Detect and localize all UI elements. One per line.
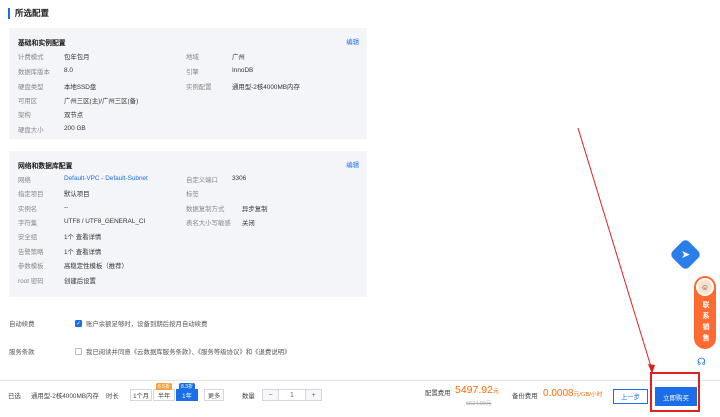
auto-renew-text: 账户余额足够时，设备到期后按月自动续费 [86,321,208,328]
info-row: 表名大小写敏感 [186,220,231,227]
info-row: 数据复制方式 [186,206,225,213]
quantity-minus-button[interactable]: − [263,390,278,400]
basic-config-heading: 基础和实例配置 [18,40,66,47]
contact-sales-text: 联系销售 [702,301,709,345]
info-value: 广州三区(主)/广州三区(备) [64,98,139,105]
discount-badge: 8.5折 [156,383,172,390]
original-price: 6624.00元 [466,401,492,407]
headset-icon[interactable]: ☊ [697,357,706,368]
bird-glyph-icon: ➤ [680,249,691,261]
info-value: InnoDB [232,67,254,74]
section-title-text: 所选配置 [15,8,50,18]
basic-edit-link[interactable]: 编辑 [346,37,359,46]
info-row: 硬盘大小 [18,127,44,134]
duration-label: 时长 [106,393,119,400]
duration-option-half-year[interactable]: 半年 8.5折 [153,383,175,401]
sales-avatar: ☺ [696,278,714,296]
info-value: UTF8 / UTF8_GENERAL_CI [64,218,146,225]
arrow-line [577,127,653,371]
quantity-plus-button[interactable]: + [306,390,321,400]
info-row: 指定项目 [18,191,44,198]
price-label: 配置费用 [425,390,451,397]
section-title: 所选配置 [8,7,49,19]
network-edit-link[interactable]: 编辑 [346,160,359,169]
info-row: 计费模式 [18,54,44,61]
selected-value: 通用型-2核4000MB内存 [31,393,99,400]
previous-step-button[interactable]: 上一步 [613,389,648,404]
info-row: 硬盘类型 [18,84,44,91]
info-value: 包年包月 [64,54,90,61]
info-value: -- [64,204,69,211]
info-value: 通用型-2核4000MB内存 [232,84,300,91]
terms-row: 服务条款 我已阅读并同意《云数据库服务条款》、《服务等级协议》和《退费说明》 [9,347,291,356]
config-price: 5497.92元 [455,384,499,396]
quantity-stepper: − 1 + [262,389,322,401]
info-row: 安全组 [18,234,38,241]
info-row: 参数模板 [18,263,44,270]
auto-renew-checkbox[interactable]: ✓ [75,320,82,327]
network-config-heading: 网络和数据库配置 [18,163,73,170]
info-row: 告警策略 [18,249,44,256]
highlight-box [650,372,700,412]
backup-price: 0.0008元/GB/小时 [543,388,603,399]
info-value: 8.0 [64,67,73,74]
duration-option-1-year[interactable]: 1年 8.3折 [176,383,198,401]
alarm-policy-value[interactable]: 1个 查看详情 [64,247,101,256]
info-value: 创建后设置 [64,278,96,285]
info-row: 可用区 [18,98,38,105]
discount-badge: 8.3折 [179,383,195,390]
info-row: 地域 [186,54,199,61]
info-row: 标签 [186,191,199,198]
info-value: 本地SSD盘 [64,84,97,91]
network-config-card: 网络和数据库配置 编辑 网络 Default-VPC - Default-Sub… [9,151,367,297]
info-value: 3306 [232,175,247,182]
terms-checkbox[interactable] [75,348,82,355]
vpc-link[interactable]: Default-VPC - Default-Subnet [64,175,148,182]
info-row: 网络 [18,177,31,184]
quantity-label: 数量 [242,393,255,400]
info-row: 引擎 [186,69,199,76]
info-value: 关闭 [242,220,255,227]
info-value: 异步复制 [242,206,268,213]
assistant-bird-icon[interactable]: ➤ [669,238,702,271]
info-row: 字符集 [18,220,38,227]
purchase-bar: 已选 通用型-2核4000MB内存 时长 1个月 半年 8.5折 1年 8.3折… [0,380,720,417]
info-row: 架构 [18,112,31,119]
contact-sales-widget[interactable]: ☺ 联系销售 [694,276,716,349]
info-row: 实例名 [18,206,38,213]
backup-label: 备份费用 [512,393,538,400]
selected-label: 已选 [8,393,21,400]
auto-renew-label: 自动续费 [9,321,35,328]
page: 所选配置 基础和实例配置 编辑 计费模式 包年包月 数据库版本 8.0 硬盘类型… [0,0,720,417]
info-value: 默认项目 [64,191,90,198]
terms-text[interactable]: 我已阅读并同意《云数据库服务条款》、《服务等级协议》和《退费说明》 [86,347,291,356]
terms-label: 服务条款 [9,349,35,356]
quantity-input[interactable]: 1 [278,390,306,400]
auto-renew-row: 自动续费 ✓ 账户余额足够时，设备到期后按月自动续费 [9,319,207,328]
info-value: 广州 [232,54,245,61]
duration-option-more[interactable]: 更多 [204,389,224,401]
info-value: 双节点 [64,112,84,119]
title-accent-bar [8,7,10,19]
info-value: 200 GB [64,125,86,132]
security-group-value[interactable]: 1个 查看详情 [64,232,101,241]
info-row: root 密码 [18,278,44,285]
info-row: 实例配置 [186,84,212,91]
info-row: 数据库版本 [18,69,50,76]
info-value: 高稳定性模板（推荐） [64,263,128,270]
basic-config-card: 基础和实例配置 编辑 计费模式 包年包月 数据库版本 8.0 硬盘类型 本地SS… [9,28,367,139]
info-row: 自定义端口 [186,177,218,184]
duration-option-1-month[interactable]: 1个月 [130,389,152,401]
